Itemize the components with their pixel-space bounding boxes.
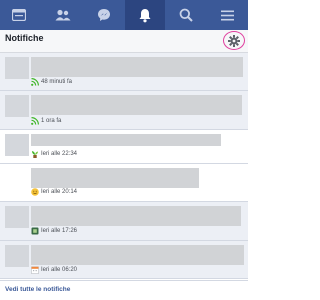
gear-icon xyxy=(228,34,240,47)
menu-icon xyxy=(220,10,234,20)
notification-meta: 1 ora fa xyxy=(31,117,61,125)
avatar xyxy=(5,57,29,79)
top-navigation-bar xyxy=(0,0,248,30)
smiley-icon xyxy=(31,188,39,196)
notification-time: Ieri alle 20:14 xyxy=(41,189,78,195)
notification-meta: 48 minuti fa xyxy=(31,78,72,86)
rss-icon xyxy=(31,117,39,125)
notification-text xyxy=(31,206,241,226)
notification-meta: Ieri alle 06:20 xyxy=(31,266,77,274)
feed-icon xyxy=(12,9,26,21)
tab-notifications[interactable] xyxy=(125,0,165,30)
notification-text xyxy=(31,168,199,188)
notification-time: 48 minuti fa xyxy=(41,79,73,85)
notification-meta: Ieri alle 22:34 xyxy=(31,150,77,158)
notification-item[interactable]: 48 minuti fa xyxy=(0,53,248,91)
notification-item[interactable]: Ieri alle 22:34 xyxy=(0,130,248,164)
settings-button[interactable] xyxy=(223,31,245,50)
calendar-icon xyxy=(31,266,39,274)
notifications-icon xyxy=(139,8,151,22)
app-icon xyxy=(31,227,39,235)
notification-text xyxy=(31,57,243,77)
notification-time: Ieri alle 17:26 xyxy=(41,228,78,234)
tab-search[interactable] xyxy=(165,0,206,30)
avatar xyxy=(5,95,29,117)
notification-item[interactable]: Ieri alle 06:20 xyxy=(0,241,248,279)
notification-item[interactable]: Ieri alle 20:14 xyxy=(0,164,248,202)
page-title: Notifiche xyxy=(5,33,44,43)
notification-time: 1 ora fa xyxy=(41,118,62,124)
footer-divider xyxy=(0,280,248,281)
messages-icon xyxy=(98,9,110,21)
notification-text xyxy=(31,245,244,265)
notification-time: Ieri alle 22:34 xyxy=(41,151,78,157)
tab-menu[interactable] xyxy=(206,0,248,30)
notification-text xyxy=(31,134,221,146)
tab-friends[interactable] xyxy=(42,0,83,30)
notification-time: Ieri alle 06:20 xyxy=(41,267,78,273)
avatar xyxy=(5,134,29,156)
friends-icon xyxy=(55,9,70,21)
avatar xyxy=(5,245,29,267)
notifications-header: Notifiche xyxy=(0,30,248,53)
see-all-notifications-link[interactable]: Vedi tutte le notifiche xyxy=(5,286,70,293)
notification-meta: Ieri alle 17:26 xyxy=(31,227,77,235)
notification-meta: Ieri alle 20:14 xyxy=(31,188,77,196)
rss-icon xyxy=(31,78,39,86)
search-icon xyxy=(179,8,193,22)
notification-item[interactable]: 1 ora fa xyxy=(0,91,248,130)
tab-messages[interactable] xyxy=(83,0,125,30)
avatar xyxy=(5,206,29,228)
plant-icon xyxy=(32,151,38,158)
notification-text xyxy=(31,95,242,115)
notification-item[interactable]: Ieri alle 17:26 xyxy=(0,202,248,241)
tab-feed[interactable] xyxy=(0,0,38,30)
avatar xyxy=(5,168,29,190)
